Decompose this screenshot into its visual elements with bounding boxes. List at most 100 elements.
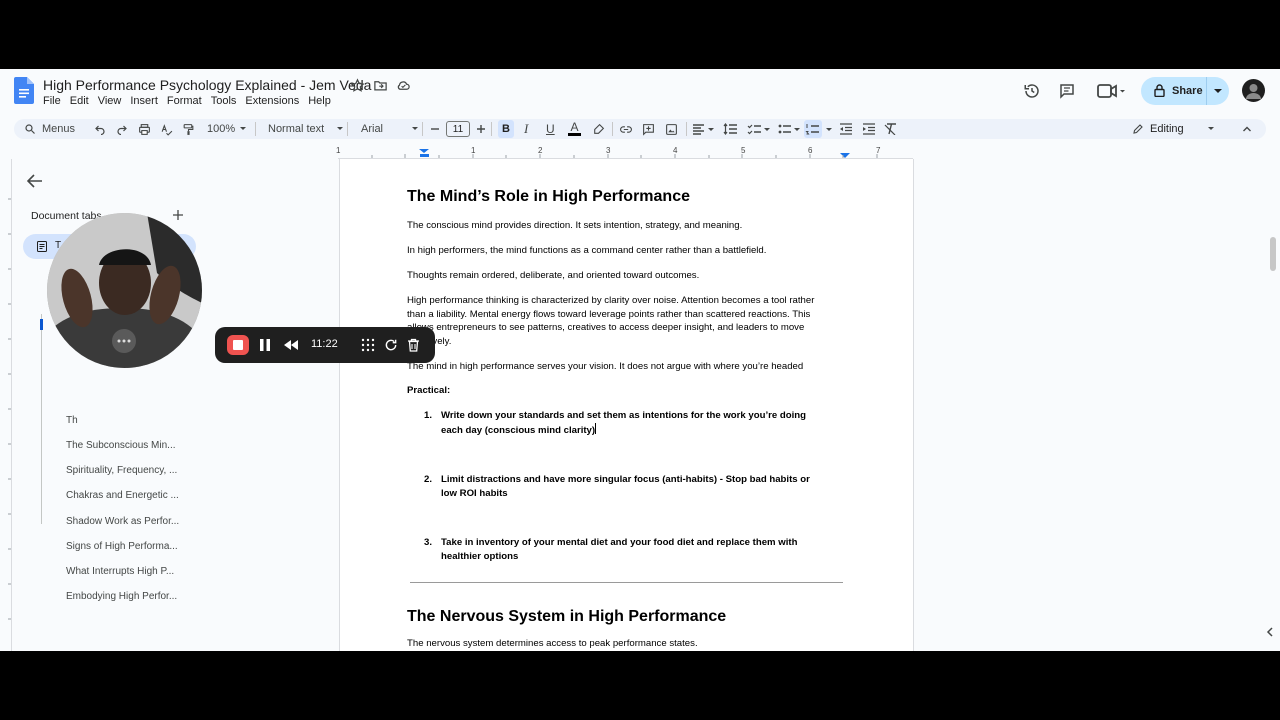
- link-icon: [620, 125, 632, 133]
- italic-button[interactable]: I: [524, 119, 528, 139]
- list-item-line: low ROI habits: [441, 487, 508, 499]
- grid-dots-icon[interactable]: [361, 338, 375, 352]
- menu-help[interactable]: Help: [308, 95, 331, 107]
- meet-icon[interactable]: [1097, 83, 1125, 99]
- bold-button[interactable]: B: [498, 120, 514, 138]
- chevron-left-icon[interactable]: [1263, 625, 1277, 639]
- numbered-list-dropdown[interactable]: [824, 119, 834, 139]
- vertical-ruler[interactable]: [0, 159, 12, 651]
- webcam-overlay[interactable]: [47, 213, 202, 368]
- ruler-mark: 6: [808, 146, 813, 155]
- menu-format[interactable]: Format: [167, 95, 202, 107]
- move-folder-icon[interactable]: [373, 78, 388, 93]
- divider: [422, 122, 423, 136]
- trash-icon[interactable]: [407, 338, 420, 352]
- decrease-font-size-button[interactable]: [430, 119, 440, 139]
- outline-item[interactable]: Shadow Work as Perfor...: [66, 516, 179, 527]
- practical-label[interactable]: Practical:: [407, 384, 450, 398]
- outline-item[interactable]: Signs of High Performa...: [66, 541, 178, 552]
- outline-item[interactable]: Embodying High Perfor...: [66, 591, 177, 602]
- ruler-mark: 2: [538, 146, 543, 155]
- style-select[interactable]: Normal text: [268, 119, 346, 139]
- insert-image-button[interactable]: [665, 119, 678, 139]
- divider: [612, 122, 613, 136]
- outline-item[interactable]: What Interrupts High P...: [66, 566, 174, 577]
- back-arrow-icon[interactable]: [27, 174, 43, 188]
- insert-link-button[interactable]: [619, 119, 633, 139]
- divider: [255, 122, 256, 136]
- document-title[interactable]: High Performance Psychology Explained - …: [43, 77, 371, 93]
- list-item[interactable]: 2. Limit distractions and have more sing…: [424, 473, 810, 500]
- checklist-icon: [747, 124, 770, 135]
- share-button[interactable]: Share: [1141, 77, 1229, 105]
- undo-icon: [95, 125, 105, 135]
- checklist-button[interactable]: [747, 119, 771, 139]
- redo-icon: [117, 125, 127, 135]
- underline-button[interactable]: U: [546, 119, 555, 139]
- stop-recording-button[interactable]: [227, 335, 249, 355]
- font-size-input[interactable]: 11: [446, 121, 470, 137]
- hide-menus-button[interactable]: [1242, 119, 1252, 139]
- line-spacing-icon: [723, 123, 737, 135]
- menus-search[interactable]: Menus: [24, 119, 75, 139]
- menu-view[interactable]: View: [98, 95, 122, 107]
- docs-logo-icon[interactable]: [14, 77, 34, 104]
- undo-button[interactable]: [94, 119, 106, 139]
- editing-mode-select[interactable]: Editing: [1132, 119, 1218, 139]
- menu-insert[interactable]: Insert: [130, 95, 158, 107]
- align-button[interactable]: [692, 119, 716, 139]
- cloud-status-icon[interactable]: [396, 78, 411, 93]
- pause-icon[interactable]: [259, 338, 271, 352]
- restart-icon[interactable]: [384, 338, 398, 352]
- version-history-icon[interactable]: [1023, 82, 1041, 100]
- numbered-list-button[interactable]: [804, 120, 822, 138]
- paint-format-button[interactable]: [182, 119, 195, 139]
- menu-edit[interactable]: Edit: [70, 95, 89, 107]
- paragraph[interactable]: In high performers, the mind functions a…: [407, 244, 766, 258]
- redo-button[interactable]: [116, 119, 128, 139]
- add-tab-icon[interactable]: [173, 210, 183, 220]
- horizontal-ruler[interactable]: 1 1 2 3 4 5 6 7: [336, 146, 913, 159]
- outline-item[interactable]: Chakras and Energetic ...: [66, 490, 179, 501]
- paragraph[interactable]: High performance thinking is characteriz…: [407, 294, 814, 348]
- text-color-button[interactable]: A: [568, 119, 581, 139]
- menu-tools[interactable]: Tools: [211, 95, 237, 107]
- paragraph[interactable]: The mind in high performance serves your…: [407, 360, 803, 374]
- clear-formatting-button[interactable]: [884, 119, 897, 139]
- zoom-select[interactable]: 100%: [207, 119, 249, 139]
- list-item[interactable]: 3. Take in inventory of your mental diet…: [424, 536, 797, 563]
- chevron-down-icon: [826, 128, 832, 131]
- comments-icon[interactable]: [1058, 82, 1076, 100]
- rewind-icon[interactable]: [283, 339, 299, 351]
- increase-font-size-button[interactable]: [476, 119, 486, 139]
- highlight-button[interactable]: [592, 119, 605, 139]
- print-button[interactable]: [138, 119, 151, 139]
- heading-nervous-system[interactable]: The Nervous System in High Performance: [407, 608, 726, 626]
- zoom-value: 100%: [207, 123, 236, 135]
- add-comment-button[interactable]: [642, 119, 655, 139]
- menu-extensions[interactable]: Extensions: [245, 95, 299, 107]
- outline-item[interactable]: The Subconscious Min...: [66, 440, 176, 451]
- list-number: 2.: [424, 474, 433, 485]
- increase-indent-button[interactable]: [862, 119, 875, 139]
- numbered-list-icon: [805, 124, 819, 135]
- list-item[interactable]: 1. Write down your standards and set the…: [424, 409, 806, 437]
- account-avatar[interactable]: [1242, 79, 1265, 102]
- document-page[interactable]: The Mind’s Role in High Performance The …: [339, 159, 914, 651]
- heading-minds-role[interactable]: The Mind’s Role in High Performance: [407, 188, 690, 206]
- decrease-indent-button[interactable]: [839, 119, 852, 139]
- paragraph[interactable]: Thoughts remain ordered, deliberate, and…: [407, 269, 699, 283]
- outline-item[interactable]: Spirituality, Frequency, ...: [66, 465, 177, 476]
- spellcheck-button[interactable]: [160, 119, 173, 139]
- lock-icon: [1154, 84, 1165, 97]
- menu-file[interactable]: File: [43, 95, 61, 107]
- outline-item-partial[interactable]: Th: [66, 415, 78, 426]
- paragraph[interactable]: The nervous system determines access to …: [407, 637, 698, 651]
- star-icon[interactable]: [350, 78, 365, 93]
- paragraph[interactable]: The conscious mind provides direction. I…: [407, 219, 742, 233]
- line-spacing-button[interactable]: [723, 119, 737, 139]
- font-select[interactable]: Arial: [361, 119, 423, 139]
- vertical-scrollbar[interactable]: [1270, 237, 1276, 271]
- bulleted-list-button[interactable]: [778, 119, 802, 139]
- share-dropdown-button[interactable]: [1206, 77, 1229, 105]
